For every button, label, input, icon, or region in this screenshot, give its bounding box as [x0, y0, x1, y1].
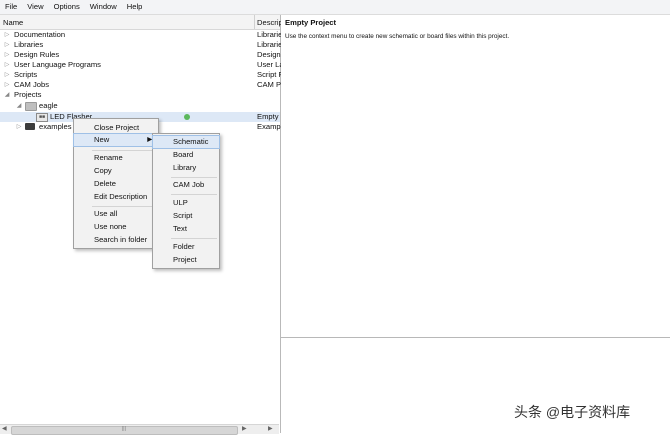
scroll-left-arrow-icon[interactable]: ◀	[2, 425, 7, 432]
tree-item-label: Libraries	[14, 40, 44, 49]
menu-separator	[92, 206, 156, 207]
tree-item-label: User Language Programs	[14, 60, 101, 69]
menu-separator	[171, 194, 217, 195]
expand-arrow-icon[interactable]: ▷	[3, 40, 11, 50]
description-title: Empty Project	[285, 18, 337, 27]
menu-item-rename[interactable]: Rename	[74, 152, 158, 164]
menu-window[interactable]: Window	[85, 0, 122, 14]
expand-arrow-icon[interactable]: ▷	[3, 70, 11, 80]
tree-item-design-rules[interactable]: ▷ Design Rules Design	[0, 50, 281, 60]
menubar: File View Options Window Help	[0, 0, 670, 15]
menu-item-delete[interactable]: Delete	[74, 178, 158, 190]
tree-item-desc: Librarie	[257, 30, 283, 39]
tree-column-header: Name Descrip	[0, 15, 283, 30]
menu-separator	[171, 177, 217, 178]
tree-item-documentation[interactable]: ▷ Documentation Librarie	[0, 30, 283, 40]
description-text: Use the context menu to create new schem…	[285, 33, 510, 40]
tree-item-eagle[interactable]: ◢ eagle	[0, 101, 280, 111]
submenu-item-script[interactable]: Script	[153, 210, 219, 222]
scroll-right-arrow-icon[interactable]: ▶	[242, 425, 247, 432]
collapse-arrow-icon[interactable]: ◢	[15, 101, 23, 111]
folder-open-icon	[25, 102, 37, 111]
submenu-item-project[interactable]: Project	[153, 254, 219, 266]
expand-arrow-icon[interactable]: ▷	[3, 30, 11, 40]
project-icon: ■■	[36, 113, 48, 122]
column-separator[interactable]	[254, 15, 255, 29]
menu-separator	[171, 238, 217, 239]
submenu-item-schematic[interactable]: Schematic	[152, 135, 220, 149]
tree-item-label: Projects	[14, 90, 42, 99]
tree-item-label: CAM Jobs	[14, 80, 50, 89]
folder-icon	[25, 123, 35, 130]
menu-item-copy[interactable]: Copy	[74, 165, 158, 177]
submenu-item-ulp[interactable]: ULP	[153, 197, 219, 209]
tree-item-label: Documentation	[14, 30, 66, 39]
tree-item-cam-jobs[interactable]: ▷ CAM Jobs CAM P	[0, 80, 282, 90]
tree-item-desc: Librarie	[257, 40, 283, 49]
submenu-item-folder[interactable]: Folder	[153, 241, 219, 253]
menu-item-use-all[interactable]: Use all	[74, 208, 158, 220]
tree-item-label: examples	[39, 122, 72, 131]
expand-arrow-icon[interactable]: ▷	[3, 50, 11, 60]
expand-arrow-icon[interactable]: ▷	[15, 122, 23, 132]
watermark-text: 头条 @电子资料库	[514, 404, 631, 420]
tree-item-scripts[interactable]: ▷ Scripts Script F	[0, 70, 284, 80]
tree-item-desc: User La	[257, 60, 284, 69]
menu-view[interactable]: View	[22, 0, 48, 14]
menu-item-edit-description[interactable]: Edit Description	[74, 191, 158, 203]
tree-item-desc: Empty	[257, 112, 279, 121]
context-menu: Close Project New ▶ Rename Copy Delete Ed…	[73, 118, 159, 249]
column-name-header[interactable]: Name	[3, 18, 23, 27]
tree-item-ulp[interactable]: ▷ User Language Programs User La	[0, 60, 284, 70]
description-panel: Empty Project Use the context menu to cr…	[281, 15, 670, 338]
tree-item-projects[interactable]: ◢ Projects	[0, 90, 280, 100]
scroll-right-end-arrow-icon[interactable]: ▶	[268, 425, 273, 432]
tree-item-desc: Design	[257, 50, 281, 59]
tree-item-label: Scripts	[14, 70, 38, 79]
submenu-item-library[interactable]: Library	[153, 162, 219, 174]
project-active-dot-icon[interactable]	[184, 114, 190, 120]
menu-separator	[92, 150, 156, 151]
submenu-item-board[interactable]: Board	[153, 149, 219, 161]
column-description-header[interactable]: Descrip	[257, 18, 283, 27]
menu-item-new[interactable]: New ▶	[73, 133, 159, 147]
submenu-item-cam-job[interactable]: CAM Job	[153, 179, 219, 191]
menu-item-close-project[interactable]: Close Project	[74, 122, 158, 134]
tree-item-desc: CAM P	[257, 80, 282, 89]
submenu-item-text[interactable]: Text	[153, 223, 219, 235]
menu-file[interactable]: File	[0, 0, 22, 14]
tree-item-desc: Script F	[257, 70, 284, 79]
tree-item-label: Design Rules	[14, 50, 60, 59]
new-submenu: Schematic Board Library CAM Job ULP Scri…	[152, 133, 220, 269]
expand-arrow-icon[interactable]: ▷	[3, 60, 11, 70]
tree-item-desc: Exampl	[257, 122, 283, 131]
tree-item-libraries[interactable]: ▷ Libraries Librarie	[0, 40, 283, 50]
expand-arrow-icon[interactable]: ▷	[3, 80, 11, 90]
menu-item-use-none[interactable]: Use none	[74, 221, 158, 233]
collapse-arrow-icon[interactable]: ◢	[3, 90, 11, 100]
menu-help[interactable]: Help	[122, 0, 148, 14]
scrollbar-grip-icon: |||	[122, 426, 126, 432]
tree-item-label: eagle	[39, 101, 58, 110]
menu-item-search-in-folder[interactable]: Search in folder	[74, 234, 158, 246]
menu-options[interactable]: Options	[49, 0, 85, 14]
